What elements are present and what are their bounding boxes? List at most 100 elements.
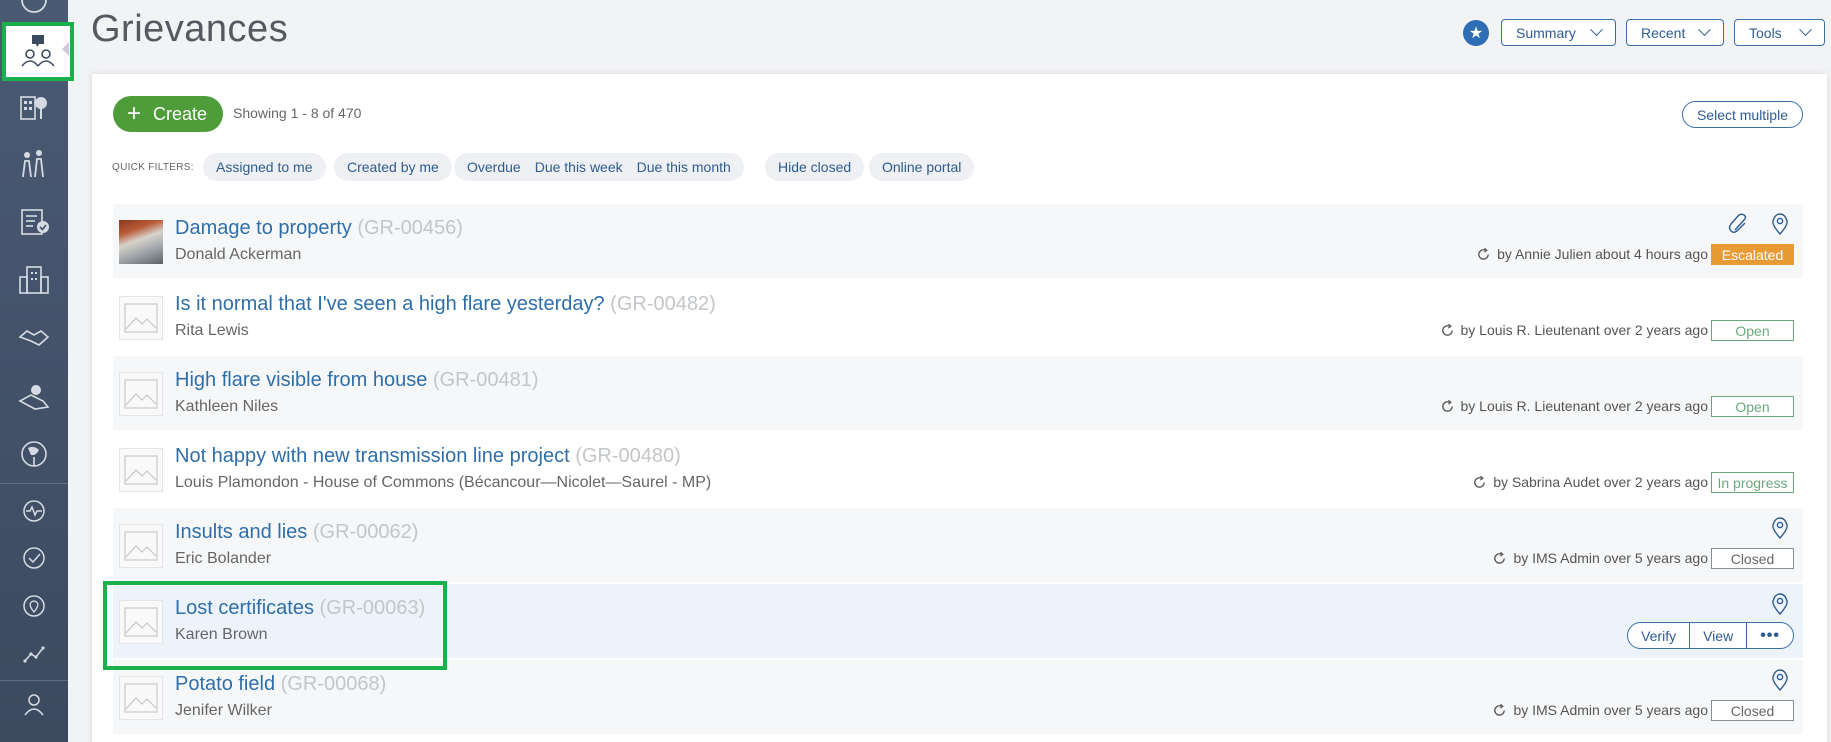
grievance-title-link[interactable]: Is it normal that I've seen a high flare… [175,293,716,316]
tools-dropdown[interactable]: Tools [1734,19,1825,46]
select-multiple-button[interactable]: Select multiple [1681,101,1803,128]
sidebar-divider [0,483,68,484]
sidebar [0,0,74,742]
updated-meta: by Louis R. Lieutenant over 2 years ago [1440,322,1708,338]
refresh-icon [1478,247,1489,260]
tools-label: Tools [1749,24,1782,41]
checklist-icon[interactable] [14,204,54,240]
location-pin-icon[interactable] [1769,516,1791,540]
status-badge: Open [1711,320,1794,341]
filter-hide-closed[interactable]: Hide closed [765,153,865,181]
view-button[interactable]: View [1689,623,1746,648]
location-pin-icon[interactable] [1769,668,1791,692]
grievance-title: Insults and lies [175,521,308,543]
grievance-code: (GR-00068) [280,673,387,695]
location-icon[interactable] [14,588,54,624]
status-badge: Open [1711,396,1794,417]
verify-button[interactable]: Verify [1628,623,1689,648]
organization-icon[interactable] [14,262,54,298]
location-pin-icon[interactable] [1769,592,1791,616]
stakeholder-name: Jenifer Wilker [175,702,272,719]
status-badge: Closed [1711,700,1794,721]
updated-text: by Annie Julien about 4 hours ago [1497,246,1708,262]
image-placeholder-icon [119,296,163,340]
environment-icon[interactable] [14,436,54,472]
stakeholder-name: Eric Bolander [175,550,272,567]
recent-dropdown[interactable]: Recent [1626,19,1724,46]
grievance-photo [119,220,163,264]
filter-online-portal[interactable]: Online portal [869,153,975,181]
filter-assigned-to-me[interactable]: Assigned to me [203,153,326,181]
map-pin-icon[interactable] [14,378,54,414]
plus-icon: + [127,100,142,127]
user-icon[interactable] [14,686,54,722]
updated-text: by IMS Admin over 5 years ago [1513,550,1708,566]
refresh-icon [1441,323,1453,336]
filter-created-by-me[interactable]: Created by me [334,153,452,181]
grievance-title: Is it normal that I've seen a high flare… [175,293,605,315]
grievance-title: High flare visible from house [175,369,428,391]
updated-meta: by Sabrina Audet over 2 years ago [1472,474,1708,490]
status-badge: Closed [1711,548,1794,569]
grievance-title-link[interactable]: High flare visible from house (GR-00481) [175,369,539,392]
favorite-star-icon[interactable]: ★ [1463,19,1489,46]
chevron-down-icon [1698,23,1711,37]
filter-due-group: Overdue Due this week Due this month [454,153,744,181]
refresh-icon [1441,399,1453,412]
list-item[interactable]: Not happy with new transmission line pro… [113,432,1803,506]
result-count: Showing 1 - 8 of 470 [233,105,362,121]
stakeholder-name: Louis Plamondon - House of Commons (Béca… [175,474,712,491]
stakeholder-name: Rita Lewis [175,322,249,339]
stakeholder-name: Kathleen Niles [175,398,279,415]
location-pin-icon[interactable] [1769,212,1791,236]
summary-dropdown[interactable]: Summary [1501,19,1616,46]
create-label: Create [153,103,208,124]
people-icon[interactable] [14,146,54,182]
updated-meta: by IMS Admin over 5 years ago [1492,550,1708,566]
grievance-icon [21,35,55,67]
chevron-down-icon [1799,23,1812,37]
sidebar-divider [0,680,68,681]
grievance-title-link[interactable]: Insults and lies (GR-00062) [175,521,418,544]
filter-due-this-month[interactable]: Due this month [630,159,738,175]
recent-label: Recent [1641,24,1686,41]
updated-meta: by Annie Julien about 4 hours ago [1476,246,1708,262]
grievance-title-link[interactable]: Damage to property (GR-00456) [175,217,463,240]
check-circle-icon[interactable] [14,540,54,576]
updated-meta: by Louis R. Lieutenant over 2 years ago [1440,398,1709,414]
refresh-icon [1494,551,1506,564]
filter-due-this-week[interactable]: Due this week [528,159,630,175]
list-item[interactable]: Is it normal that I've seen a high flare… [113,280,1803,354]
status-badge: In progress [1711,472,1794,493]
image-placeholder-icon [119,372,163,416]
create-button[interactable]: + Create [113,96,223,132]
image-placeholder-icon [119,524,163,568]
list-item[interactable]: Insults and lies (GR-00062) Eric Bolande… [113,508,1803,582]
summary-label: Summary [1516,24,1576,41]
grievance-code: (GR-00456) [357,217,463,239]
more-options-icon[interactable]: ••• [1746,623,1793,648]
dashboard-icon[interactable] [14,0,54,18]
updated-text: by IMS Admin over 5 years ago [1513,702,1708,718]
active-indicator [62,42,69,56]
updated-text: by Louis R. Lieutenant over 2 years ago [1460,398,1709,414]
grievance-code: (GR-00062) [312,521,419,543]
list-item[interactable]: Potato field (GR-00068) Jenifer Wilker b… [113,660,1803,734]
chevron-down-icon [1590,23,1603,37]
page-title: Grievances [91,8,289,50]
activity-icon[interactable] [14,493,54,529]
grievance-title: Potato field [175,673,276,695]
buildings-icon[interactable] [14,88,54,124]
grievance-title: Damage to property [175,217,352,239]
row-actions: Verify View ••• [1627,622,1794,649]
trend-icon[interactable] [14,636,54,672]
updated-meta: by IMS Admin over 5 years ago [1492,702,1708,718]
handshake-icon[interactable] [14,320,54,356]
filter-overdue[interactable]: Overdue [460,159,528,175]
grievance-title-link[interactable]: Not happy with new transmission line pro… [175,445,681,468]
list-item[interactable]: Damage to property (GR-00456) Donald Ack… [113,204,1803,278]
grievance-title-link[interactable]: Potato field (GR-00068) [175,673,386,696]
attachment-icon[interactable] [1728,212,1750,236]
list-item[interactable]: High flare visible from house (GR-00481)… [113,356,1803,430]
header-tools: ★ Summary Recent Tools [1463,19,1825,46]
